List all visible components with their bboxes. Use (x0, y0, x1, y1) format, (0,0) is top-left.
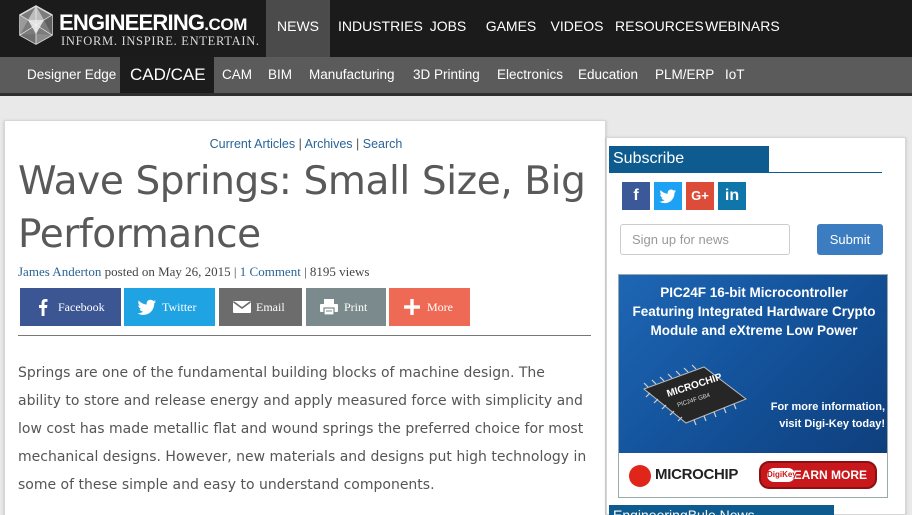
ad-learn-more-button[interactable]: DigiKey LEARN MORE (759, 461, 877, 489)
sidebar: Subscribe f G+ in Submit PIC24F 16-bit M… (606, 137, 906, 515)
subnav-designer-edge[interactable]: Designer Edge (27, 57, 116, 93)
twitter-icon (137, 299, 156, 315)
article-divider (18, 335, 591, 336)
ad-banner-top: PIC24F 16-bit Microcontroller Featuring … (619, 275, 887, 453)
post-date: posted on May 26, 2015 | (101, 264, 240, 279)
ad-headline: PIC24F 16-bit Microcontroller Featuring … (632, 285, 876, 338)
digikey-logo: DigiKey (767, 468, 797, 482)
breadcrumb: Current Articles | Archives | Search (5, 137, 607, 151)
subscribe-underline (609, 172, 882, 173)
logo-tagline: INFORM. INSPIRE. ENTERTAIN. (61, 34, 260, 48)
breadcrumb-separator: | (295, 137, 305, 151)
microcontroller-chip-image: MICROCHIP PIC24F GB4 (643, 364, 748, 426)
subnav-education[interactable]: Education (578, 57, 638, 93)
email-icon (233, 301, 251, 313)
newsletter-email-input[interactable] (620, 224, 790, 255)
author-link[interactable]: James Anderton (18, 264, 101, 279)
nav-resources[interactable]: RESOURCES (615, 0, 704, 57)
article-byline: James Anderton posted on May 26, 2015 | … (18, 264, 370, 280)
comments-link[interactable]: 1 Comment (240, 264, 301, 279)
google-plus-follow-icon[interactable]: G+ (686, 182, 714, 210)
subnav-bim[interactable]: BIM (268, 57, 292, 93)
ad-cta-text: For more information, visit Digi-Key tod… (770, 401, 885, 430)
share-facebook-button[interactable]: Facebook (20, 288, 121, 326)
plus-icon (404, 299, 420, 315)
nav-news[interactable]: NEWS (266, 0, 330, 57)
site-logo[interactable]: ENGINEERING.COM INFORM. INSPIRE. ENTERTA… (16, 4, 266, 52)
subnav-iot[interactable]: IoT (725, 57, 745, 93)
breadcrumb-separator: | (352, 137, 363, 151)
share-twitter-label: Twitter (162, 300, 197, 314)
logo-wordmark: ENGINEERING.COM (59, 10, 248, 35)
ad-banner-bottom: MICROCHIP DigiKey LEARN MORE (619, 453, 887, 497)
subnav-3d-printing[interactable]: 3D Printing (413, 57, 480, 93)
subnav-electronics[interactable]: Electronics (497, 57, 563, 93)
share-email-button[interactable]: Email (219, 288, 302, 326)
share-print-label: Print (344, 300, 368, 314)
subnav-manufacturing[interactable]: Manufacturing (309, 57, 395, 93)
view-count: | 8195 views (300, 264, 370, 279)
archives-link[interactable]: Archives (305, 137, 353, 151)
subnav-cad-cae[interactable]: CAD/CAE (120, 57, 214, 93)
nav-webinars[interactable]: WEBINARS (705, 0, 780, 57)
article-body: Springs are one of the fundamental build… (18, 365, 587, 493)
subnav-cam[interactable]: CAM (222, 57, 252, 93)
nav-games[interactable]: GAMES (484, 0, 538, 57)
share-print-button[interactable]: Print (306, 288, 386, 326)
nav-videos[interactable]: VIDEOS (549, 0, 605, 57)
share-facebook-label: Facebook (58, 300, 105, 314)
nav-industries[interactable]: INDUSTRIES (338, 0, 423, 57)
printer-icon (320, 299, 338, 316)
twitter-follow-icon[interactable] (654, 182, 682, 210)
share-email-label: Email (256, 300, 285, 314)
digikey-microchip-ad[interactable]: PIC24F 16-bit Microcontroller Featuring … (618, 274, 888, 498)
news-heading: EngineeringBule News (609, 505, 834, 515)
article-card: Current Articles | Archives | Search Wav… (4, 120, 606, 515)
globe-logo-icon (19, 5, 53, 45)
linkedin-follow-icon[interactable]: in (718, 182, 746, 210)
share-twitter-button[interactable]: Twitter (124, 288, 215, 326)
microchip-brand: MICROCHIP (655, 466, 739, 483)
share-more-label: More (427, 300, 453, 314)
top-header: ENGINEERING.COM INFORM. INSPIRE. ENTERTA… (0, 0, 912, 57)
facebook-icon (39, 299, 48, 316)
microchip-logo-icon (629, 465, 651, 487)
subscribe-heading: Subscribe (609, 146, 769, 172)
share-more-button[interactable]: More (389, 288, 470, 326)
category-nav: Designer Edge CAD/CAE CAM BIM Manufactur… (0, 57, 912, 96)
search-link[interactable]: Search (363, 137, 403, 151)
twitter-bird-icon (659, 189, 677, 204)
nav-jobs[interactable]: JOBS (426, 0, 470, 57)
article-title: Wave Springs: Small Size, Big Performanc… (18, 159, 586, 257)
learn-more-label: LEARN MORE (786, 468, 867, 482)
newsletter-submit-button[interactable]: Submit (817, 224, 883, 255)
facebook-follow-icon[interactable]: f (622, 182, 650, 210)
current-articles-link[interactable]: Current Articles (210, 137, 295, 151)
subnav-plm-erp[interactable]: PLM/ERP (655, 57, 714, 93)
